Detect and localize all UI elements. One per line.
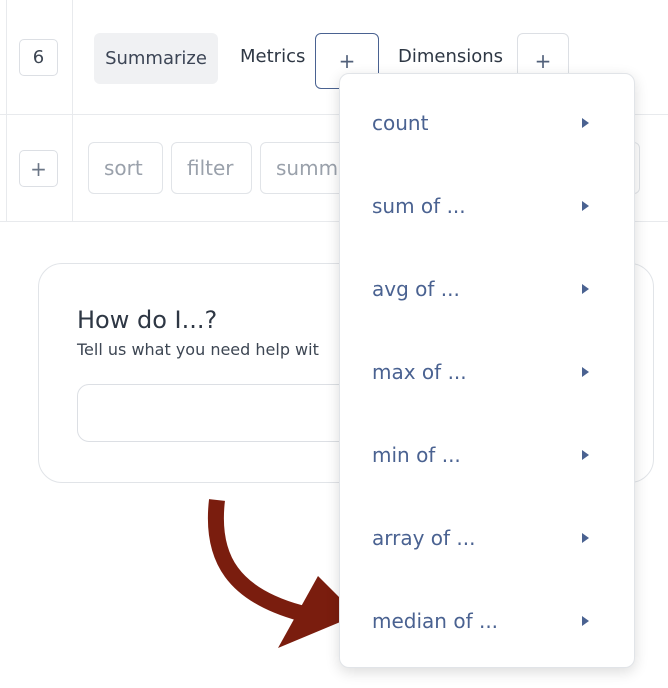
caret-right-icon bbox=[582, 118, 589, 128]
menu-item-label: count bbox=[372, 111, 429, 135]
menu-item-sum[interactable]: sum of ... bbox=[340, 176, 636, 236]
menu-item-label: median of ... bbox=[372, 609, 499, 633]
menu-item-label: array of ... bbox=[372, 526, 476, 550]
menu-item-label: avg of ... bbox=[372, 277, 460, 301]
menu-item-avg[interactable]: avg of ... bbox=[340, 259, 636, 319]
menu-item-max[interactable]: max of ... bbox=[340, 342, 636, 402]
menu-item-array[interactable]: array of ... bbox=[340, 508, 636, 568]
caret-right-icon bbox=[582, 533, 589, 543]
caret-right-icon bbox=[582, 616, 589, 626]
menu-item-min[interactable]: min of ... bbox=[340, 425, 636, 485]
menu-item-count[interactable]: count bbox=[340, 93, 636, 153]
menu-item-label: sum of ... bbox=[372, 194, 466, 218]
metrics-dropdown-menu: count sum of ... avg of ... max of ... m… bbox=[339, 73, 635, 668]
caret-right-icon bbox=[582, 201, 589, 211]
caret-right-icon bbox=[582, 450, 589, 460]
caret-right-icon bbox=[582, 284, 589, 294]
menu-item-median[interactable]: median of ... bbox=[340, 591, 636, 651]
menu-item-label: max of ... bbox=[372, 360, 467, 384]
menu-item-label: min of ... bbox=[372, 443, 461, 467]
caret-right-icon bbox=[582, 367, 589, 377]
